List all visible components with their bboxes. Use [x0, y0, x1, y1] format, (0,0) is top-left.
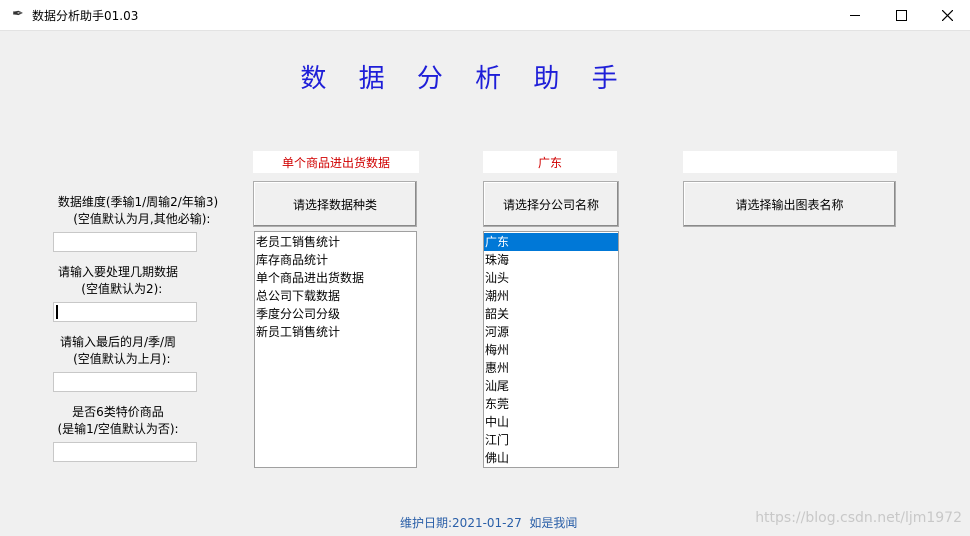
dimension-input[interactable] — [53, 232, 197, 252]
close-icon — [941, 9, 953, 21]
select-data-type-button[interactable]: 请选择数据种类 — [253, 181, 417, 227]
list-item[interactable]: 佛山 — [484, 449, 618, 467]
list-item[interactable]: 季度分公司分级 — [255, 305, 416, 323]
list-item[interactable]: 汕头 — [484, 269, 618, 287]
list-item[interactable]: 东莞 — [484, 395, 618, 413]
list-item[interactable]: 汕尾 — [484, 377, 618, 395]
list-item[interactable]: 总公司下载数据 — [255, 287, 416, 305]
minimize-button[interactable] — [832, 0, 878, 30]
minimize-icon — [850, 14, 860, 16]
field-label-periods: 请输入要处理几期数据 (空值默认为2): — [57, 265, 178, 296]
field-label-dimension: 数据维度(季输1/周输2/年输3) (空值默认为月,其他必输): — [57, 195, 219, 226]
maximize-button[interactable] — [878, 0, 924, 30]
feather-icon: ✒ — [12, 6, 24, 22]
select-chart-button[interactable]: 请选择输出图表名称 — [683, 181, 896, 227]
list-item[interactable]: 单个商品进出货数据 — [255, 269, 416, 287]
list-item[interactable]: 广东 — [484, 233, 618, 251]
field-label-special-goods: 是否6类特价商品 (是输1/空值默认为否): — [57, 405, 179, 436]
select-branch-button[interactable]: 请选择分公司名称 — [483, 181, 619, 227]
list-item[interactable]: 潮州 — [484, 287, 618, 305]
list-item[interactable]: 新员工销售统计 — [255, 323, 416, 341]
list-item[interactable]: 库存商品统计 — [255, 251, 416, 269]
title-bar: ✒ 数据分析助手01.03 — [0, 0, 970, 31]
list-item[interactable]: 韶关 — [484, 305, 618, 323]
app-heading: 数 据 分 析 助 手 — [300, 64, 630, 94]
window-title: 数据分析助手01.03 — [32, 9, 139, 23]
selected-data-type: 单个商品进出货数据 — [253, 151, 419, 173]
text-cursor — [56, 305, 58, 319]
list-item[interactable]: 老员工销售统计 — [255, 233, 416, 251]
list-item[interactable]: 中山 — [484, 413, 618, 431]
list-item[interactable]: 江门 — [484, 431, 618, 449]
list-item[interactable]: 河源 — [484, 323, 618, 341]
special-goods-input[interactable] — [53, 442, 197, 462]
list-item[interactable]: 珠海 — [484, 251, 618, 269]
periods-input[interactable] — [53, 302, 197, 322]
selected-branch: 广东 — [483, 151, 617, 173]
field-label-last-period: 请输入最后的月/季/周 (空值默认为上月): — [59, 335, 177, 366]
list-item[interactable]: 梅州 — [484, 341, 618, 359]
maximize-icon — [895, 9, 907, 21]
list-item[interactable]: 惠州 — [484, 359, 618, 377]
maintenance-footer: 维护日期:2021-01-27 如是我闻 — [400, 516, 578, 530]
data-type-listbox[interactable]: 老员工销售统计 库存商品统计 单个商品进出货数据 总公司下载数据 季度分公司分级 新员工销… — [254, 231, 417, 468]
branch-listbox[interactable]: 广东 珠海 汕头 潮州 韶关 河源 梅州 惠州 汕尾 东莞 中山 江门 佛山 — [483, 231, 619, 468]
close-button[interactable] — [924, 0, 970, 30]
watermark: https://blog.csdn.net/ljm1972 — [755, 510, 962, 526]
selected-chart — [683, 151, 897, 173]
last-period-input[interactable] — [53, 372, 197, 392]
